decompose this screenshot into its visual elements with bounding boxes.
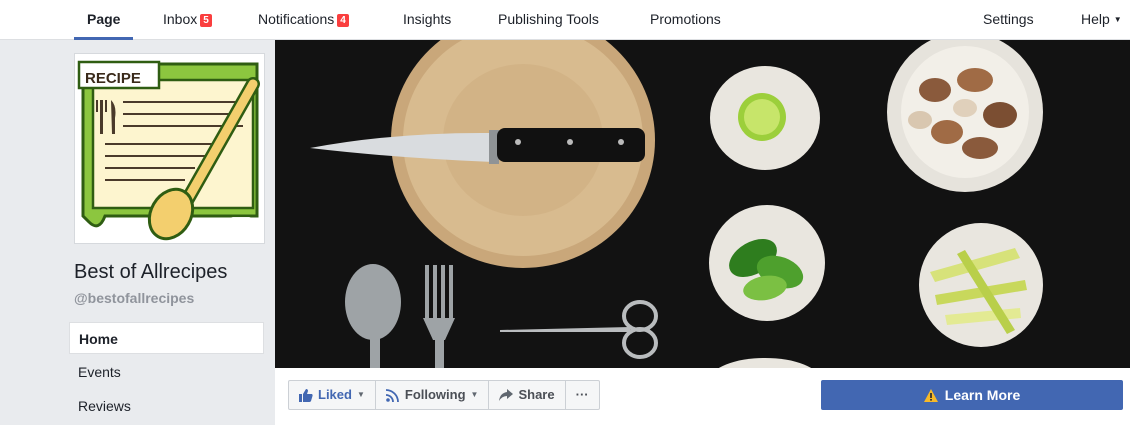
settings-label: Settings — [983, 11, 1034, 27]
more-options-button[interactable]: ··· — [566, 381, 599, 409]
following-label: Following — [404, 387, 466, 402]
left-column: RECIPE Best of Allrecipes @bestofallreci… — [10, 40, 275, 425]
caret-down-icon: ▼ — [1113, 15, 1122, 24]
page-handle[interactable]: @bestofallrecipes — [74, 290, 194, 306]
chevron-down-icon: ▼ — [470, 390, 479, 399]
sidebar-item-label: Home — [79, 331, 118, 347]
notifications-count-badge: 4 — [337, 14, 349, 27]
page-actions-group: Liked ▼ Following ▼ Share ··· — [288, 380, 600, 410]
following-button[interactable]: Following ▼ — [376, 381, 490, 409]
sidebar-item-label: Reviews — [78, 398, 131, 414]
rss-feed-icon — [385, 388, 399, 402]
thumbs-up-icon — [299, 388, 313, 402]
top-navigation: Page Inbox 5 Notifications 4 Insights Publ… — [0, 0, 1130, 40]
help-label: Help — [1081, 11, 1110, 27]
page-action-bar: Liked ▼ Following ▼ Share ··· Learn More — [275, 368, 1130, 425]
liked-button[interactable]: Liked ▼ — [289, 381, 376, 409]
nav-tab-label: Promotions — [650, 11, 721, 27]
camera-icon[interactable] — [230, 217, 252, 233]
liked-label: Liked — [318, 387, 352, 402]
nav-tab-label: Insights — [403, 11, 452, 27]
learn-more-label: Learn More — [944, 387, 1021, 403]
recipe-logo-text: RECIPE — [85, 70, 141, 87]
nav-tab-label: Page — [87, 11, 121, 27]
nav-help[interactable]: Help ▼ — [1081, 0, 1122, 40]
nav-tab-promotions[interactable]: Promotions — [650, 0, 721, 40]
cover-photo[interactable] — [275, 40, 1130, 368]
chevron-down-icon: ▼ — [356, 390, 365, 399]
share-arrow-icon — [499, 389, 514, 401]
nav-tab-notifications[interactable]: Notifications 4 — [258, 0, 349, 40]
nav-tab-publishing-tools[interactable]: Publishing Tools — [498, 0, 599, 40]
warning-icon — [923, 388, 938, 402]
cover-photo-image — [275, 40, 1130, 368]
nav-tab-label: Notifications — [258, 11, 335, 27]
profile-picture[interactable]: RECIPE — [74, 53, 265, 244]
nav-tab-label: Publishing Tools — [498, 11, 599, 27]
nav-tab-inbox[interactable]: Inbox 5 — [163, 0, 212, 40]
nav-tab-label: Inbox — [163, 11, 198, 27]
sidebar-item-home[interactable]: Home — [69, 322, 264, 354]
share-button[interactable]: Share — [489, 381, 566, 409]
nav-tab-page[interactable]: Page — [73, 0, 135, 40]
nav-settings[interactable]: Settings — [983, 0, 1034, 40]
nav-tab-insights[interactable]: Insights — [403, 0, 451, 40]
sidebar-item-reviews[interactable]: Reviews — [69, 390, 264, 422]
page-name: Best of Allrecipes — [74, 261, 228, 283]
inbox-count-badge: 5 — [200, 14, 212, 27]
learn-more-button[interactable]: Learn More — [821, 380, 1123, 410]
recipe-card-logo: RECIPE — [75, 54, 264, 243]
more-options-icon: ··· — [575, 387, 589, 402]
sidebar-item-label: Events — [78, 364, 121, 380]
sidebar-item-events[interactable]: Events — [69, 356, 264, 388]
share-label: Share — [518, 387, 555, 402]
